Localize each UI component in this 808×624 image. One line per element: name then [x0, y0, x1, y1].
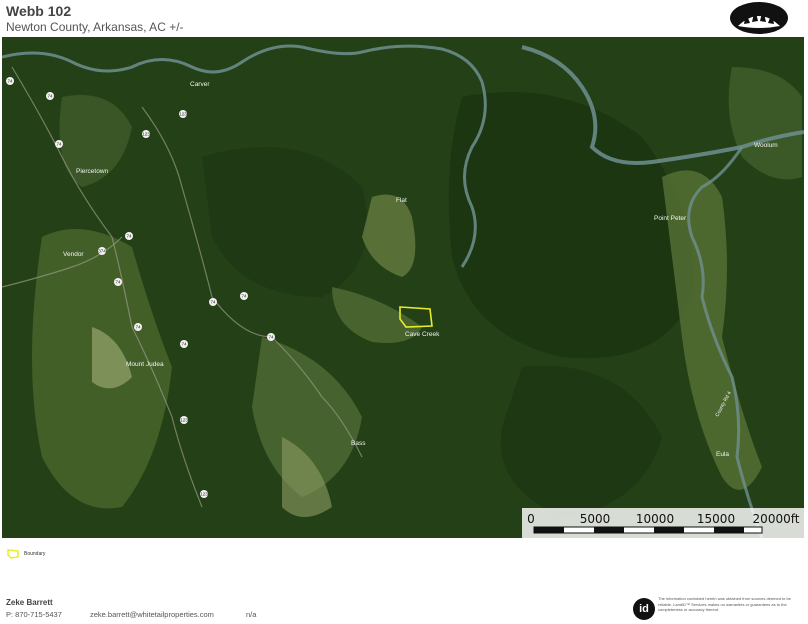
- road-label: 123: [142, 132, 150, 137]
- road-label: 123: [180, 418, 188, 423]
- scale-label: 5000: [580, 512, 611, 526]
- place-label-flat: Flat: [396, 197, 407, 204]
- road-label: 74: [241, 294, 247, 299]
- place-label-eula: Eula: [716, 451, 729, 458]
- scale-label: 20000ft: [753, 512, 800, 526]
- scale-label: 10000: [636, 512, 674, 526]
- place-label-piercetown: Piercetown: [76, 168, 109, 175]
- place-label-carver: Carver: [190, 81, 210, 88]
- place-label-woolum: Woolum: [754, 142, 778, 149]
- disclaimer-text: The information contained herein was obt…: [658, 596, 791, 612]
- road-label: 74: [126, 234, 132, 239]
- scale-label: 15000: [697, 512, 735, 526]
- agent-field-na: n/a: [246, 610, 257, 619]
- road-label: 74: [56, 142, 62, 147]
- page-title: Webb 102: [6, 3, 72, 19]
- road-label: 74: [181, 342, 187, 347]
- map-legend: Boundary: [4, 548, 104, 562]
- road-label: 74: [115, 280, 121, 285]
- place-label-bass: Bass: [351, 440, 366, 447]
- brand-logo: [730, 2, 788, 34]
- road-label: 374: [98, 249, 106, 254]
- place-label-vendor: Vendor: [63, 251, 84, 258]
- place-label-mount-judea: Mount Judea: [126, 361, 164, 368]
- road-label: 74: [210, 300, 216, 305]
- scale-label: 0: [527, 512, 535, 526]
- place-label-cave-creek: Cave Creek: [405, 331, 440, 338]
- road-label: 123: [200, 492, 208, 497]
- landid-logo-icon: id: [633, 598, 655, 620]
- satellite-imagery: 74 123 123 74 374 74 74 74 74 74 74 74 7…: [2, 37, 804, 538]
- boundary-swatch-icon: [7, 549, 19, 559]
- scale-bar: 0 5000 10000 15000 20000ft: [522, 508, 804, 538]
- agent-name: Zeke Barrett: [6, 598, 53, 607]
- agent-email[interactable]: zeke.barrett@whitetailproperties.com: [90, 610, 214, 619]
- road-label: 74: [268, 335, 274, 340]
- road-label: 74: [135, 325, 141, 330]
- agent-phone[interactable]: P: 870-715-5437: [6, 610, 62, 619]
- road-label: 74: [7, 79, 13, 84]
- legend-label-boundary: Boundary: [24, 551, 46, 557]
- road-label: 74: [47, 94, 53, 99]
- page-subtitle: Newton County, Arkansas, AC +/-: [6, 20, 184, 34]
- place-label-point-peter: Point Peter: [654, 215, 687, 222]
- road-label: 123: [179, 112, 187, 117]
- map-view[interactable]: 74 123 123 74 374 74 74 74 74 74 74 74 7…: [2, 37, 804, 538]
